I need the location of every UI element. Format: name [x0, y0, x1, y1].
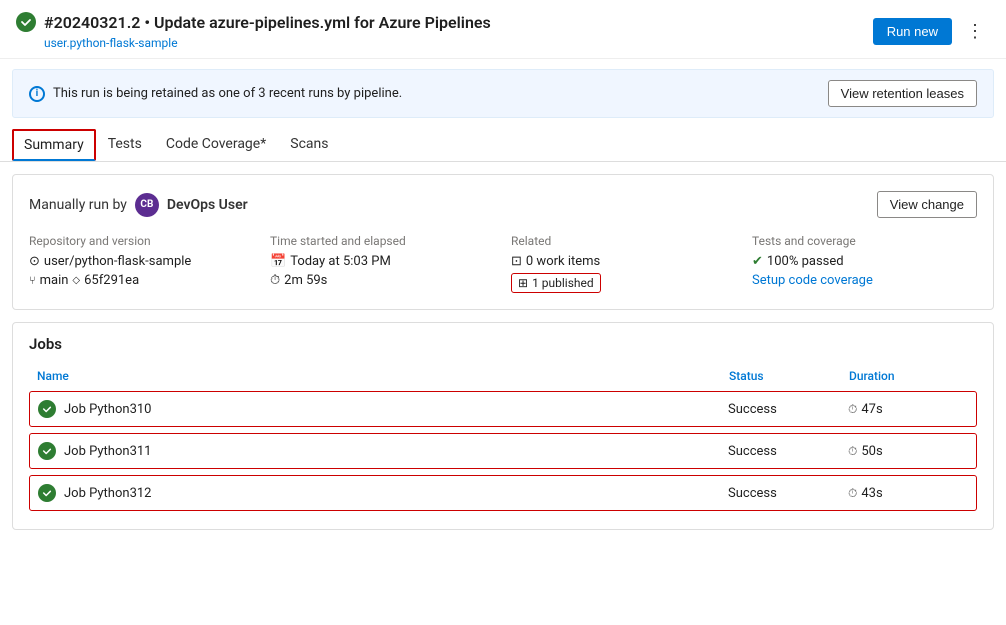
- col-name-header: Name: [37, 369, 729, 383]
- job-status: Success: [728, 444, 848, 459]
- view-retention-leases-button[interactable]: View retention leases: [828, 80, 977, 107]
- related-section-label: Related: [511, 234, 736, 248]
- github-icon: ⊙: [29, 254, 40, 269]
- jobs-card: Jobs Name Status Duration Job Python310 …: [12, 322, 994, 530]
- job-success-icon: [38, 442, 56, 460]
- job-name: Job Python310: [64, 402, 151, 417]
- repo-link[interactable]: user.python-flask-sample: [44, 36, 178, 50]
- job-duration: ⏱ 50s: [848, 444, 968, 459]
- elapsed-value: ⏱ 2m 59s: [270, 273, 495, 288]
- repo-name-value: ⊙ user/python-flask-sample: [29, 254, 254, 269]
- job-duration: ⏱ 47s: [848, 402, 968, 417]
- job-status: Success: [728, 402, 848, 417]
- meta-time: Time started and elapsed 📅 Today at 5:03…: [270, 234, 495, 293]
- repo-section-label: Repository and version: [29, 234, 254, 248]
- job-success-icon: [38, 400, 56, 418]
- title-row: #20240321.2 • Update azure-pipelines.yml…: [16, 12, 491, 32]
- job-duration: ⏱ 43s: [848, 486, 968, 501]
- banner-left: i This run is being retained as one of 3…: [29, 86, 402, 102]
- clock-icon-job: ⏱: [848, 486, 857, 501]
- avatar: CB: [135, 193, 159, 217]
- tab-tests[interactable]: Tests: [96, 128, 154, 162]
- job-success-icon: [38, 484, 56, 502]
- tabs-bar: Summary Tests Code Coverage* Scans: [0, 128, 1006, 162]
- tests-section-label: Tests and coverage: [752, 234, 977, 248]
- col-duration-header: Duration: [849, 369, 969, 383]
- tab-code-coverage[interactable]: Code Coverage*: [154, 128, 278, 162]
- branch-commit-value: ⑂ main ◇ 65f291ea: [29, 273, 254, 288]
- setup-coverage-link[interactable]: Setup code coverage: [752, 273, 977, 288]
- job-name: Job Python311: [64, 444, 151, 459]
- page-header: #20240321.2 • Update azure-pipelines.yml…: [0, 0, 1006, 59]
- view-change-button[interactable]: View change: [877, 191, 977, 218]
- tab-summary[interactable]: Summary: [12, 129, 96, 161]
- more-options-button[interactable]: ⋮: [960, 17, 990, 46]
- job-name-cell: Job Python310: [38, 400, 728, 418]
- meta-tests: Tests and coverage ✔ 100% passed Setup c…: [752, 234, 977, 293]
- info-icon: i: [29, 86, 45, 102]
- time-started-value: 📅 Today at 5:03 PM: [270, 254, 495, 269]
- status-success-icon: [16, 12, 36, 32]
- table-row[interactable]: Job Python311 Success ⏱ 50s: [29, 433, 977, 469]
- job-status: Success: [728, 486, 848, 501]
- calendar-icon: 📅: [270, 254, 286, 269]
- summary-card: Manually run by CB DevOps User View chan…: [12, 174, 994, 310]
- header-left: #20240321.2 • Update azure-pipelines.yml…: [16, 12, 491, 50]
- time-section-label: Time started and elapsed: [270, 234, 495, 248]
- work-items-value: ⊡ 0 work items: [511, 254, 736, 269]
- banner-text: This run is being retained as one of 3 r…: [53, 86, 402, 101]
- page-title: #20240321.2 • Update azure-pipelines.yml…: [44, 13, 491, 32]
- check-icon: ✔: [752, 254, 763, 269]
- clock-icon-job: ⏱: [848, 402, 857, 417]
- col-status-header: Status: [729, 369, 849, 383]
- artifact-icon: ⊞: [518, 276, 528, 290]
- manually-run-label: Manually run by: [29, 197, 127, 213]
- job-name-cell: Job Python312: [38, 484, 728, 502]
- clock-icon-job: ⏱: [848, 444, 857, 459]
- clock-icon-meta: ⏱: [270, 273, 280, 288]
- run-new-button[interactable]: Run new: [873, 18, 952, 45]
- manually-run-row: Manually run by CB DevOps User View chan…: [29, 191, 977, 218]
- job-name-cell: Job Python311: [38, 442, 728, 460]
- meta-grid: Repository and version ⊙ user/python-fla…: [29, 234, 977, 293]
- tests-passed-value: ✔ 100% passed: [752, 254, 977, 269]
- job-name: Job Python312: [64, 486, 151, 501]
- branch-icon: ⑂: [29, 274, 36, 287]
- retention-banner: i This run is being retained as one of 3…: [12, 69, 994, 118]
- user-name: DevOps User: [167, 197, 248, 213]
- published-badge[interactable]: ⊞ 1 published: [511, 273, 601, 293]
- header-actions: Run new ⋮: [873, 17, 990, 46]
- header-subtitle: user.python-flask-sample: [44, 36, 491, 50]
- meta-related: Related ⊡ 0 work items ⊞ 1 published: [511, 234, 736, 293]
- meta-repo: Repository and version ⊙ user/python-fla…: [29, 234, 254, 293]
- tab-scans[interactable]: Scans: [278, 128, 340, 162]
- jobs-table-header: Name Status Duration: [29, 365, 977, 387]
- table-row[interactable]: Job Python310 Success ⏱ 47s: [29, 391, 977, 427]
- commit-diamond-icon: ◇: [72, 275, 80, 286]
- table-row[interactable]: Job Python312 Success ⏱ 43s: [29, 475, 977, 511]
- work-items-icon: ⊡: [511, 254, 522, 269]
- jobs-title: Jobs: [29, 335, 977, 353]
- manually-run-left: Manually run by CB DevOps User: [29, 193, 248, 217]
